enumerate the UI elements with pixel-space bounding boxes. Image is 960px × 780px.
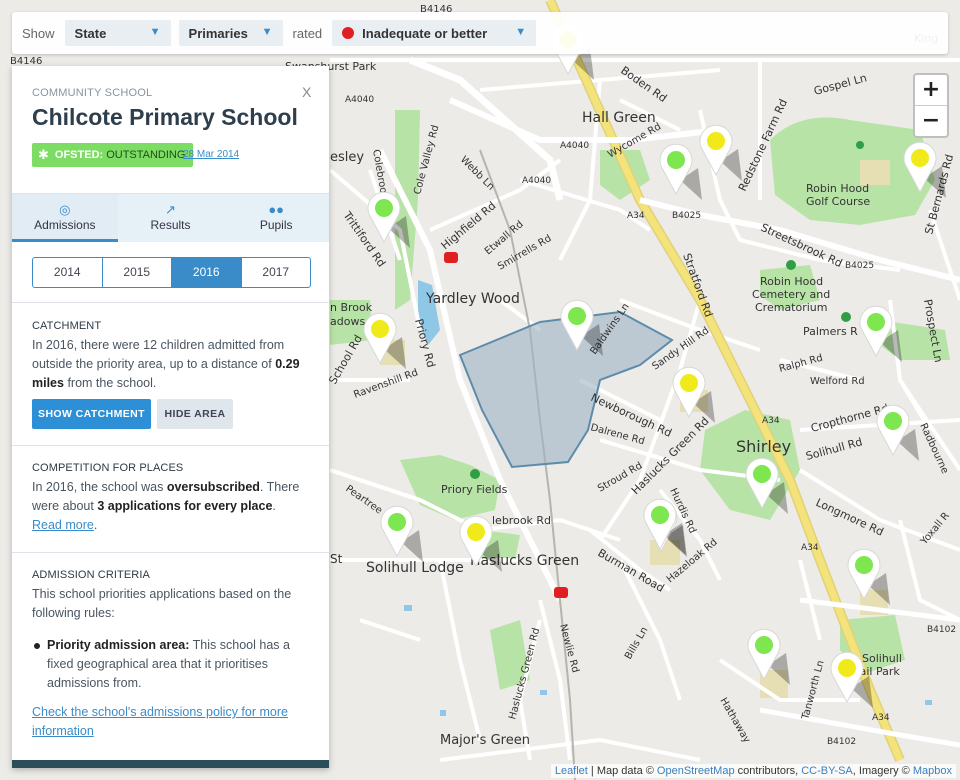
- map-label-b4102-b: B4102: [827, 737, 856, 747]
- ofsted-date-link[interactable]: 28 Mar 2014: [183, 149, 239, 160]
- map-label-esley: esley: [330, 150, 364, 165]
- map-label-solihull-lodge: Solihull Lodge: [366, 560, 464, 576]
- zoom-control: + −: [913, 73, 949, 138]
- map-label-robin-hood-golf2: Golf Course: [806, 195, 870, 208]
- map-label-b4025-b: B4025: [845, 261, 874, 271]
- criteria-intro: This school priorities applications base…: [32, 587, 292, 620]
- catchment-heading: CATCHMENT: [32, 320, 102, 332]
- chevron-down-icon: ▼: [515, 26, 527, 38]
- osm-link[interactable]: OpenStreetMap: [657, 765, 735, 777]
- school-type-select[interactable]: State ▼: [64, 20, 171, 46]
- ofsted-badge: ✱ OFSTED: OUTSTANDING: [32, 143, 194, 167]
- map-label-st: St: [330, 552, 343, 566]
- ofsted-label: OFSTED:: [54, 149, 104, 161]
- school-panel: COMMUNITY SCHOOL X Chilcote Primary Scho…: [12, 66, 329, 768]
- map-label-brook1: n Brook: [330, 301, 373, 314]
- map-label-a4040-a: A4040: [345, 95, 374, 105]
- show-catchment-button[interactable]: SHOW CATCHMENT: [32, 399, 151, 429]
- map-label-a34-b: A34: [762, 416, 780, 426]
- panel-footer: [12, 760, 329, 768]
- people-icon: ●●: [268, 202, 285, 217]
- map-label-b4102-a: B4102: [927, 625, 956, 635]
- competition-heading: COMPETITION FOR PLACES: [32, 462, 184, 474]
- year-selector: 2014 2015 2016 2017: [32, 257, 311, 288]
- chevron-down-icon: ▼: [261, 26, 273, 38]
- chevron-down-icon: ▼: [149, 26, 161, 38]
- year-2016-button[interactable]: 2016: [172, 258, 242, 287]
- tab-results[interactable]: ↗ Results: [118, 194, 224, 242]
- zoom-in-button[interactable]: +: [915, 75, 947, 106]
- tab-admissions[interactable]: ◎ Admissions: [12, 194, 118, 242]
- map-label-robin-hood-cem2: Cemetery and: [752, 288, 830, 301]
- map-label-robin-hood-cem3: Crematorium: [755, 301, 828, 314]
- map-label-a34-d: A34: [872, 713, 890, 723]
- trend-icon: ↗: [165, 202, 176, 217]
- criteria-heading: ADMISSION CRITERIA: [32, 569, 150, 581]
- school-name: Chilcote Primary School: [32, 104, 298, 130]
- map-label-brook2: adows: [330, 315, 365, 328]
- divider: [12, 445, 329, 446]
- hide-area-button[interactable]: HIDE AREA: [157, 399, 233, 429]
- map-label-majors-green: Major's Green: [440, 733, 530, 748]
- star-icon: ✱: [38, 147, 49, 162]
- year-2017-button[interactable]: 2017: [242, 258, 311, 287]
- tab-label: Admissions: [34, 218, 96, 232]
- map-label-lebrook-rd: lebrook Rd: [492, 514, 551, 527]
- leaflet-link[interactable]: Leaflet: [555, 765, 588, 777]
- filter-bar: Show State ▼ Primaries ▼ rated Inadequat…: [12, 12, 948, 54]
- rating-dot-icon: [342, 27, 355, 39]
- show-label: Show: [22, 25, 55, 41]
- panel-tabs: ◎ Admissions ↗ Results ●● Pupils: [12, 194, 329, 242]
- rated-label: rated: [292, 25, 323, 41]
- divider: [12, 302, 329, 303]
- map-attribution: Leaflet | Map data © OpenStreetMap contr…: [550, 764, 956, 778]
- year-2015-button[interactable]: 2015: [103, 258, 172, 287]
- map-label-a34-a: A34: [627, 211, 645, 221]
- read-more-link[interactable]: Read more: [32, 518, 94, 532]
- map-label-priory-fields: Priory Fields: [441, 483, 508, 496]
- close-button[interactable]: X: [302, 84, 311, 100]
- mapbox-link[interactable]: Mapbox: [913, 765, 952, 777]
- competition-text: In 2016, the school was oversubscribed. …: [32, 480, 300, 532]
- ofsted-rating: OUTSTANDING: [106, 149, 186, 161]
- target-icon: ◎: [59, 202, 71, 217]
- tab-pupils[interactable]: ●● Pupils: [223, 194, 329, 242]
- school-type-value: State: [74, 25, 107, 41]
- map-label-a4040-b: A4040: [560, 141, 589, 151]
- map-label-b4025-a: B4025: [672, 211, 701, 221]
- phase-value: Primaries: [188, 25, 248, 41]
- criteria-rule: Priority admission area: This school has…: [32, 636, 317, 693]
- year-2014-button[interactable]: 2014: [33, 258, 103, 287]
- divider: [12, 552, 329, 553]
- map-label-robin-hood-golf: Robin Hood: [806, 182, 869, 195]
- map-label-hall-green: Hall Green: [582, 110, 656, 126]
- map-label-palmers: Palmers R: [803, 325, 858, 338]
- map-label-robin-hood-cem1: Robin Hood: [760, 275, 823, 288]
- catchment-text: In 2016, there were 12 children admitted…: [32, 338, 300, 390]
- map-label-a4040-c: A4040: [522, 176, 551, 186]
- rating-value: Inadequate or better: [362, 25, 488, 41]
- map-label-yardley-wood: Yardley Wood: [425, 291, 520, 307]
- map-label-welford-rd: Welford Rd: [810, 376, 865, 387]
- tab-label: Results: [150, 218, 191, 232]
- map-label-shirley: Shirley: [736, 437, 791, 456]
- cc-link[interactable]: CC-BY-SA: [801, 765, 853, 777]
- admissions-policy-link[interactable]: Check the school's admissions policy for…: [32, 703, 312, 741]
- bullet-icon: [34, 643, 40, 649]
- map-label-a34-c: A34: [801, 543, 819, 553]
- zoom-out-button[interactable]: −: [915, 106, 947, 136]
- school-type: COMMUNITY SCHOOL: [32, 87, 153, 99]
- map-label-solihull-park1: Solihull: [862, 652, 902, 665]
- rating-select[interactable]: Inadequate or better ▼: [332, 20, 537, 46]
- tab-label: Pupils: [259, 218, 293, 232]
- phase-select[interactable]: Primaries ▼: [178, 20, 283, 46]
